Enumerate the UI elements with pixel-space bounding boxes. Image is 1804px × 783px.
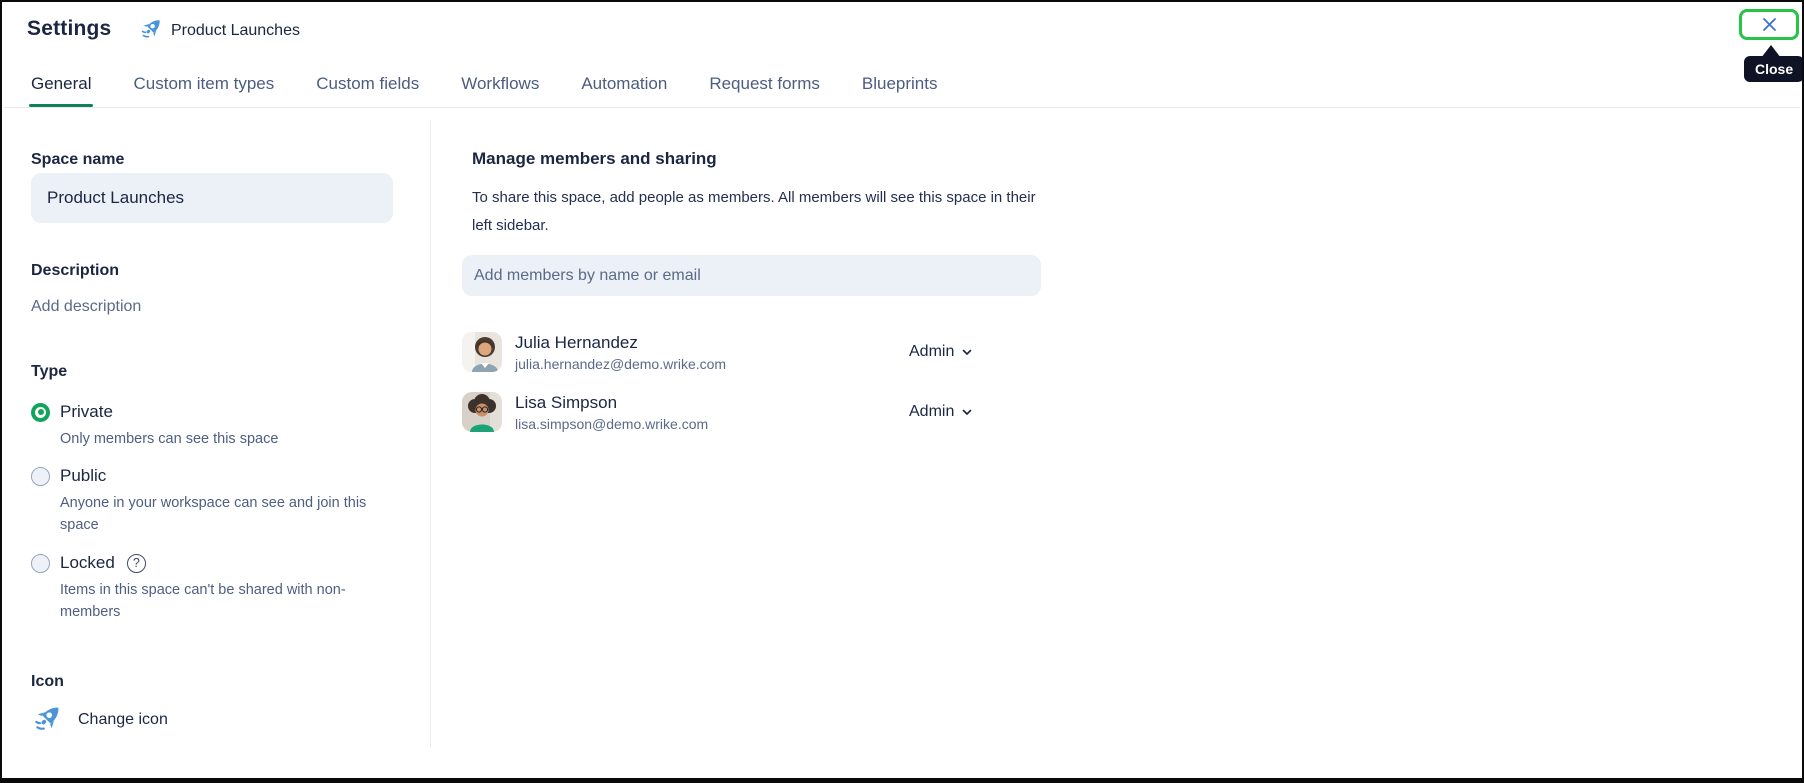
member-row-julia: Julia Hernandez julia.hernandez@demo.wri… [462,322,1041,382]
tab-bar-divider [4,107,1800,108]
tab-workflows-label: Workflows [461,74,540,93]
tab-automation-label: Automation [581,74,668,93]
public-radio-row[interactable]: Public [31,466,382,486]
member-name: Lisa Simpson [515,392,618,412]
close-tooltip: Close [1744,56,1802,82]
role-label: Admin [909,403,955,420]
tab-workflows[interactable]: Workflows [461,74,539,107]
member-info: Julia Hernandez julia.hernandez@demo.wri… [515,333,726,372]
member-list: Julia Hernandez julia.hernandez@demo.wri… [462,322,1041,442]
public-radio[interactable] [31,466,50,486]
add-members-input[interactable] [462,255,1041,296]
private-radio-row[interactable]: Private [31,402,278,422]
member-email: lisa.simpson@demo.wrike.com [515,415,709,432]
public-description: Anyone in your workspace can see and joi… [60,495,367,533]
role-dropdown-julia[interactable]: Admin [909,343,973,361]
member-email: julia.hernandez@demo.wrike.com [515,355,727,372]
locked-radio[interactable] [31,553,50,573]
private-radio-selected[interactable] [31,402,50,422]
locked-description: Items in this space can't be shared with… [60,582,346,620]
tab-general[interactable]: General [29,74,94,107]
members-heading: Manage members and sharing [472,149,717,168]
private-label: Private [60,402,113,421]
breadcrumb-space: Product Launches [140,16,300,45]
avatar-lisa [462,392,502,432]
public-label: Public [60,466,107,485]
add-description-button[interactable]: Add description [31,298,141,316]
member-info: Lisa Simpson lisa.simpson@demo.wrike.com [515,393,708,432]
private-description: Only members can see this space [60,431,279,447]
type-label: Type [31,363,68,380]
tab-blueprints[interactable]: Blueprints [862,74,938,107]
settings-tab-bar: General Custom item types Custom fields … [29,74,938,107]
tab-custom-fields[interactable]: Custom fields [316,74,419,107]
tab-automation[interactable]: Automation [581,74,667,107]
locked-radio-row[interactable]: Locked ? [31,553,382,573]
members-intro: To share this space, add people as membe… [472,189,1036,234]
tab-request-forms-label: Request forms [709,74,820,93]
space-settings-dialog: Settings Product Launches Close General … [0,0,1804,783]
space-name-label: Space name [31,151,125,168]
role-label: Admin [909,343,955,360]
tab-request-forms[interactable]: Request forms [709,74,820,107]
member-name: Julia Hernandez [515,332,638,352]
space-rocket-icon [33,702,64,738]
help-icon[interactable]: ? [126,553,146,573]
icon-label: Icon [31,673,64,690]
chevron-down-icon [961,346,973,358]
role-dropdown-lisa[interactable]: Admin [909,403,973,421]
panel-divider [430,120,431,747]
tab-blueprints-label: Blueprints [861,74,938,93]
tab-general-label: General [31,74,92,93]
type-option-locked: Locked ? Items in this space can't be sh… [31,553,382,623]
tab-custom-fields-label: Custom fields [316,74,420,93]
space-name-input[interactable] [31,173,393,223]
change-icon-label: Change icon [78,711,168,728]
type-option-public: Public Anyone in your workspace can see … [31,466,382,536]
locked-label: Locked [60,553,115,572]
avatar-julia [462,332,502,372]
tab-custom-item-types[interactable]: Custom item types [133,74,274,107]
member-row-lisa: Lisa Simpson lisa.simpson@demo.wrike.com… [462,382,1041,442]
chevron-down-icon [961,406,973,418]
rocket-space-icon [140,16,164,45]
type-option-private: Private Only members can see this space [31,402,278,450]
breadcrumb-space-name: Product Launches [171,21,300,39]
change-icon-button[interactable]: Change icon [33,702,168,738]
close-icon [1761,16,1778,33]
close-button[interactable] [1739,9,1799,40]
page-title: Settings [27,17,112,40]
description-label: Description [31,262,120,279]
tab-custom-item-types-label: Custom item types [133,74,275,93]
